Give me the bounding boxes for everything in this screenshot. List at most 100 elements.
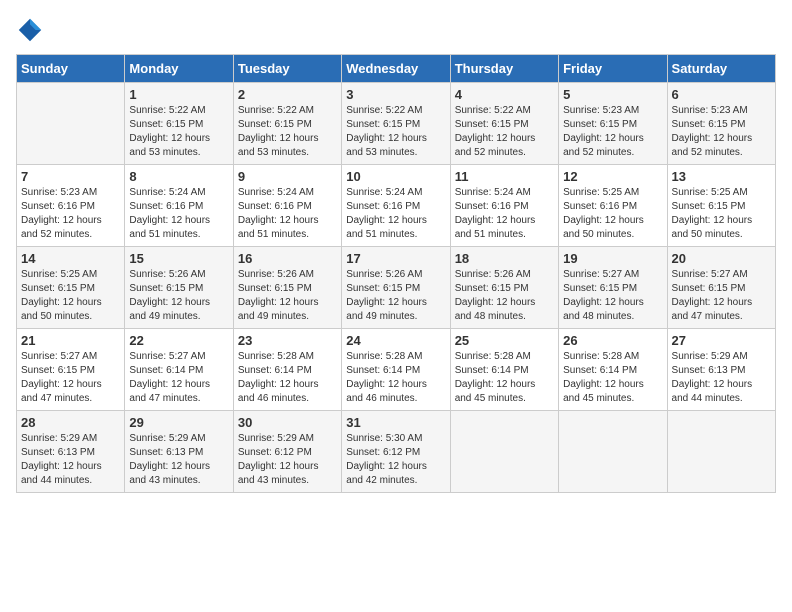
day-cell: 9 Sunrise: 5:24 AM Sunset: 6:16 PM Daylig…: [233, 165, 341, 247]
day-info: Sunrise: 5:22 AM Sunset: 6:15 PM Dayligh…: [238, 104, 337, 160]
day-number: 19: [563, 251, 662, 266]
day-info: Sunrise: 5:25 AM Sunset: 6:16 PM Dayligh…: [563, 186, 662, 242]
day-info: Sunrise: 5:30 AM Sunset: 6:12 PM Dayligh…: [346, 432, 445, 488]
day-number: 22: [129, 333, 228, 348]
day-number: 28: [21, 415, 120, 430]
days-header-row: SundayMondayTuesdayWednesdayThursdayFrid…: [17, 55, 776, 83]
day-number: 14: [21, 251, 120, 266]
day-info: Sunrise: 5:23 AM Sunset: 6:16 PM Dayligh…: [21, 186, 120, 242]
day-cell: [450, 411, 558, 493]
day-header-sunday: Sunday: [17, 55, 125, 83]
day-info: Sunrise: 5:24 AM Sunset: 6:16 PM Dayligh…: [455, 186, 554, 242]
header: [16, 16, 776, 44]
week-row-1: 1 Sunrise: 5:22 AM Sunset: 6:15 PM Daylig…: [17, 83, 776, 165]
day-info: Sunrise: 5:29 AM Sunset: 6:13 PM Dayligh…: [672, 350, 771, 406]
day-number: 13: [672, 169, 771, 184]
logo-icon: [16, 16, 44, 44]
day-cell: [17, 83, 125, 165]
day-info: Sunrise: 5:28 AM Sunset: 6:14 PM Dayligh…: [455, 350, 554, 406]
day-info: Sunrise: 5:24 AM Sunset: 6:16 PM Dayligh…: [346, 186, 445, 242]
day-header-thursday: Thursday: [450, 55, 558, 83]
day-number: 5: [563, 87, 662, 102]
day-cell: [559, 411, 667, 493]
day-cell: 17 Sunrise: 5:26 AM Sunset: 6:15 PM Dayli…: [342, 247, 450, 329]
day-cell: 20 Sunrise: 5:27 AM Sunset: 6:15 PM Dayli…: [667, 247, 775, 329]
day-info: Sunrise: 5:24 AM Sunset: 6:16 PM Dayligh…: [238, 186, 337, 242]
day-header-friday: Friday: [559, 55, 667, 83]
day-cell: 15Sunrise: 5:26 AM Sunset: 6:15 PM Dayli…: [125, 247, 233, 329]
day-cell: 19Sunrise: 5:27 AM Sunset: 6:15 PM Dayli…: [559, 247, 667, 329]
day-info: Sunrise: 5:29 AM Sunset: 6:12 PM Dayligh…: [238, 432, 337, 488]
day-cell: 30 Sunrise: 5:29 AM Sunset: 6:12 PM Dayli…: [233, 411, 341, 493]
day-info: Sunrise: 5:26 AM Sunset: 6:15 PM Dayligh…: [238, 268, 337, 324]
day-info: Sunrise: 5:23 AM Sunset: 6:15 PM Dayligh…: [563, 104, 662, 160]
day-number: 17: [346, 251, 445, 266]
day-number: 23: [238, 333, 337, 348]
day-number: 30: [238, 415, 337, 430]
day-info: Sunrise: 5:26 AM Sunset: 6:15 PM Dayligh…: [455, 268, 554, 324]
day-cell: 29 Sunrise: 5:29 AM Sunset: 6:13 PM Dayli…: [125, 411, 233, 493]
day-info: Sunrise: 5:25 AM Sunset: 6:15 PM Dayligh…: [21, 268, 120, 324]
day-cell: 11 Sunrise: 5:24 AM Sunset: 6:16 PM Dayli…: [450, 165, 558, 247]
day-cell: 3Sunrise: 5:22 AM Sunset: 6:15 PM Daylig…: [342, 83, 450, 165]
day-cell: 2 Sunrise: 5:22 AM Sunset: 6:15 PM Daylig…: [233, 83, 341, 165]
day-number: 1: [129, 87, 228, 102]
day-number: 27: [672, 333, 771, 348]
day-cell: 28 Sunrise: 5:29 AM Sunset: 6:13 PM Dayli…: [17, 411, 125, 493]
day-cell: 14 Sunrise: 5:25 AM Sunset: 6:15 PM Dayli…: [17, 247, 125, 329]
day-number: 15: [129, 251, 228, 266]
day-info: Sunrise: 5:28 AM Sunset: 6:14 PM Dayligh…: [346, 350, 445, 406]
day-header-wednesday: Wednesday: [342, 55, 450, 83]
day-cell: 7Sunrise: 5:23 AM Sunset: 6:16 PM Daylig…: [17, 165, 125, 247]
day-header-tuesday: Tuesday: [233, 55, 341, 83]
week-row-3: 14 Sunrise: 5:25 AM Sunset: 6:15 PM Dayli…: [17, 247, 776, 329]
logo: [16, 16, 48, 44]
day-cell: 27 Sunrise: 5:29 AM Sunset: 6:13 PM Dayli…: [667, 329, 775, 411]
day-cell: 13 Sunrise: 5:25 AM Sunset: 6:15 PM Dayli…: [667, 165, 775, 247]
day-cell: 22 Sunrise: 5:27 AM Sunset: 6:14 PM Dayli…: [125, 329, 233, 411]
day-cell: 4Sunrise: 5:22 AM Sunset: 6:15 PM Daylig…: [450, 83, 558, 165]
day-cell: 6Sunrise: 5:23 AM Sunset: 6:15 PM Daylig…: [667, 83, 775, 165]
day-number: 4: [455, 87, 554, 102]
day-cell: 10 Sunrise: 5:24 AM Sunset: 6:16 PM Dayli…: [342, 165, 450, 247]
week-row-4: 21 Sunrise: 5:27 AM Sunset: 6:15 PM Dayli…: [17, 329, 776, 411]
week-row-5: 28 Sunrise: 5:29 AM Sunset: 6:13 PM Dayli…: [17, 411, 776, 493]
day-info: Sunrise: 5:26 AM Sunset: 6:15 PM Dayligh…: [346, 268, 445, 324]
day-cell: 23 Sunrise: 5:28 AM Sunset: 6:14 PM Dayli…: [233, 329, 341, 411]
day-cell: 16 Sunrise: 5:26 AM Sunset: 6:15 PM Dayli…: [233, 247, 341, 329]
day-number: 10: [346, 169, 445, 184]
day-number: 3: [346, 87, 445, 102]
day-cell: [667, 411, 775, 493]
day-info: Sunrise: 5:22 AM Sunset: 6:15 PM Dayligh…: [129, 104, 228, 160]
day-number: 25: [455, 333, 554, 348]
day-number: 31: [346, 415, 445, 430]
day-cell: 12Sunrise: 5:25 AM Sunset: 6:16 PM Dayli…: [559, 165, 667, 247]
day-number: 18: [455, 251, 554, 266]
day-number: 21: [21, 333, 120, 348]
day-info: Sunrise: 5:28 AM Sunset: 6:14 PM Dayligh…: [563, 350, 662, 406]
day-info: Sunrise: 5:25 AM Sunset: 6:15 PM Dayligh…: [672, 186, 771, 242]
day-info: Sunrise: 5:27 AM Sunset: 6:15 PM Dayligh…: [672, 268, 771, 324]
day-info: Sunrise: 5:27 AM Sunset: 6:15 PM Dayligh…: [21, 350, 120, 406]
day-header-saturday: Saturday: [667, 55, 775, 83]
day-info: Sunrise: 5:29 AM Sunset: 6:13 PM Dayligh…: [129, 432, 228, 488]
day-number: 24: [346, 333, 445, 348]
day-info: Sunrise: 5:24 AM Sunset: 6:16 PM Dayligh…: [129, 186, 228, 242]
day-info: Sunrise: 5:29 AM Sunset: 6:13 PM Dayligh…: [21, 432, 120, 488]
day-info: Sunrise: 5:23 AM Sunset: 6:15 PM Dayligh…: [672, 104, 771, 160]
day-number: 11: [455, 169, 554, 184]
day-number: 2: [238, 87, 337, 102]
day-cell: 5 Sunrise: 5:23 AM Sunset: 6:15 PM Daylig…: [559, 83, 667, 165]
day-number: 16: [238, 251, 337, 266]
day-cell: 31 Sunrise: 5:30 AM Sunset: 6:12 PM Dayli…: [342, 411, 450, 493]
day-info: Sunrise: 5:28 AM Sunset: 6:14 PM Dayligh…: [238, 350, 337, 406]
day-cell: 1 Sunrise: 5:22 AM Sunset: 6:15 PM Daylig…: [125, 83, 233, 165]
day-info: Sunrise: 5:27 AM Sunset: 6:14 PM Dayligh…: [129, 350, 228, 406]
day-cell: 26Sunrise: 5:28 AM Sunset: 6:14 PM Dayli…: [559, 329, 667, 411]
day-number: 29: [129, 415, 228, 430]
day-number: 9: [238, 169, 337, 184]
day-number: 8: [129, 169, 228, 184]
day-number: 20: [672, 251, 771, 266]
day-cell: 25 Sunrise: 5:28 AM Sunset: 6:14 PM Dayli…: [450, 329, 558, 411]
day-cell: 18 Sunrise: 5:26 AM Sunset: 6:15 PM Dayli…: [450, 247, 558, 329]
